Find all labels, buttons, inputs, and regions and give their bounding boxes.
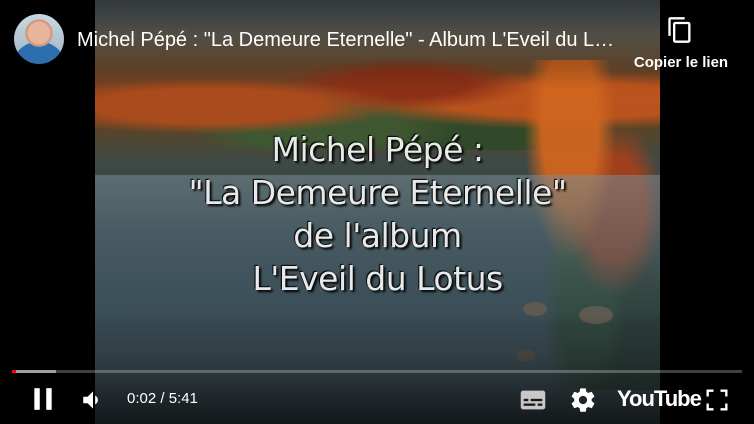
overlay-line: de l'album xyxy=(293,216,462,255)
time-display: 0:02 / 5:41 xyxy=(127,390,198,407)
video-overlay-text: Michel Pépé : "La Demeure Eternelle" de … xyxy=(95,128,660,300)
pause-icon[interactable] xyxy=(30,386,56,412)
overlay-line: L'Eveil du Lotus xyxy=(252,259,503,298)
progress-buffered xyxy=(12,370,56,373)
copy-link-label: Copier le lien xyxy=(633,54,729,71)
fullscreen-icon[interactable] xyxy=(703,386,731,414)
channel-avatar[interactable] xyxy=(14,14,64,64)
progress-played xyxy=(12,370,17,373)
subtitles-icon[interactable] xyxy=(519,386,547,414)
copy-link-button[interactable]: Copier le lien xyxy=(622,14,740,84)
video-player[interactable]: Michel Pépé : "La Demeure Eternelle" de … xyxy=(0,0,754,424)
video-title[interactable]: Michel Pépé : "La Demeure Eternelle" - A… xyxy=(77,27,622,53)
overlay-line: "La Demeure Eternelle" xyxy=(188,173,567,212)
youtube-logo[interactable]: YouTube xyxy=(617,386,702,412)
copy-link-icon xyxy=(668,17,691,43)
progress-bar[interactable] xyxy=(12,370,742,373)
volume-icon[interactable] xyxy=(80,387,106,413)
settings-gear-icon[interactable] xyxy=(569,386,597,414)
overlay-line: Michel Pépé : xyxy=(271,130,484,169)
